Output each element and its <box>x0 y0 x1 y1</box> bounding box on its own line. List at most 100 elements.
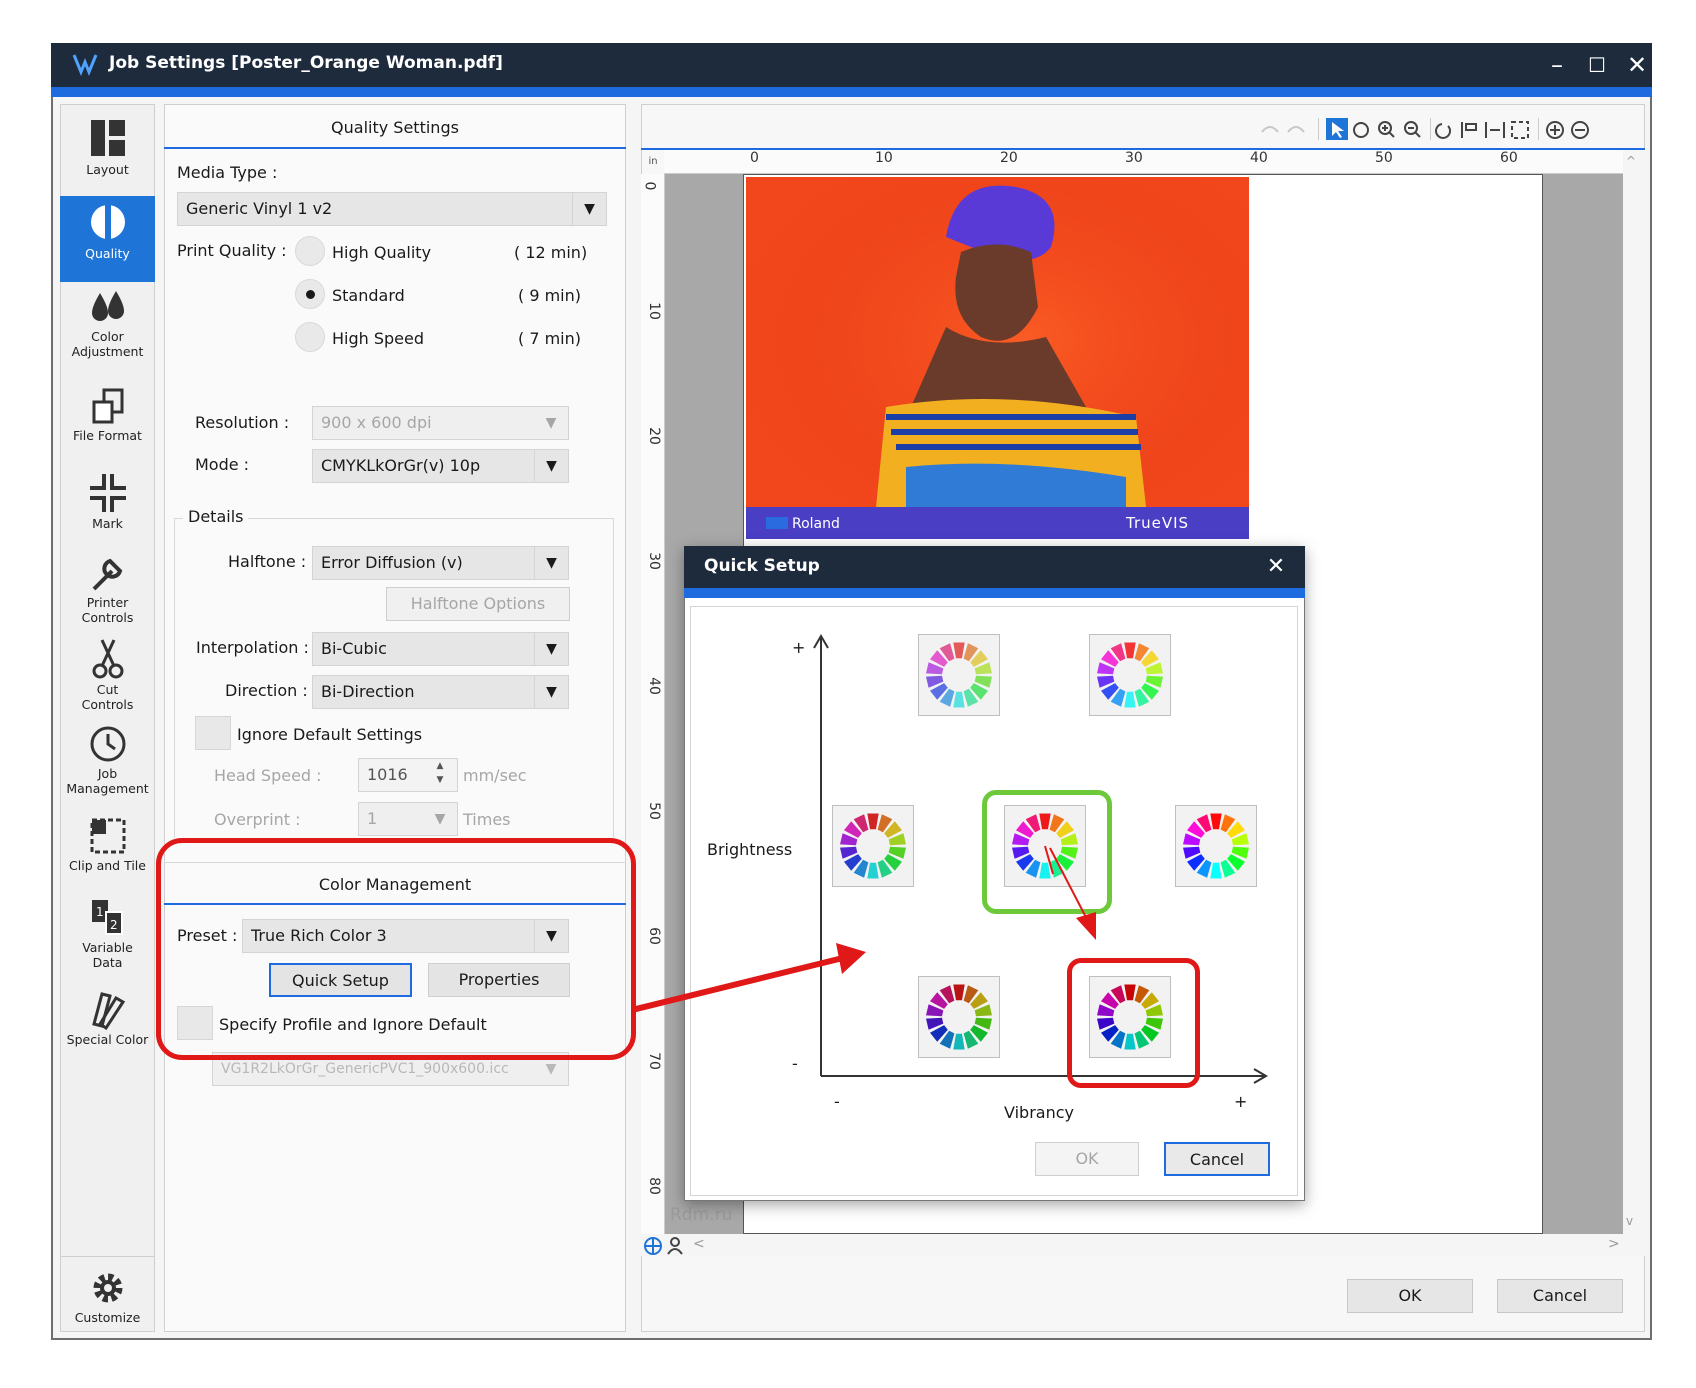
details-label: Details <box>183 507 249 526</box>
crosshair-user-icons[interactable] <box>643 1236 687 1256</box>
scroll-left-arrow-icon[interactable]: < <box>693 1236 705 1252</box>
color-wheel-option[interactable] <box>1089 634 1171 716</box>
sidebar-divider <box>60 1256 155 1257</box>
zoom-out-icon[interactable] <box>1404 121 1421 138</box>
wrench-icon <box>92 558 122 591</box>
ruler-tick-label: 30 <box>1125 150 1143 166</box>
wheel-segment <box>953 642 965 659</box>
direction-value: Bi-Direction <box>321 682 415 701</box>
direction-select[interactable]: Bi-Direction ▼ <box>312 675 569 709</box>
scroll-down-arrow-icon[interactable]: v <box>1626 1214 1633 1228</box>
radio-standard[interactable] <box>295 279 325 309</box>
y-axis-plus: + <box>792 638 806 657</box>
sidebar-item-label: Color <box>91 329 124 344</box>
ruler-tick-label: 60 <box>645 927 662 945</box>
sidebar-item-label: Special Color <box>66 1032 149 1047</box>
sidebar-item-job-management[interactable]: Job Management <box>60 720 155 806</box>
remove-circle-icon[interactable] <box>1571 121 1589 139</box>
fit-page-icon[interactable] <box>1511 121 1529 139</box>
halftone-label: Halftone : <box>228 552 307 571</box>
vertical-scrollbar[interactable] <box>1623 150 1645 1234</box>
cancel-button[interactable]: Cancel <box>1497 1279 1623 1313</box>
horizontal-ruler <box>664 150 1624 174</box>
sidebar-item-layout[interactable]: Layout <box>60 112 155 198</box>
color-wheel-option[interactable] <box>918 634 1000 716</box>
sidebar-item-printer-controls[interactable]: Printer Controls <box>60 549 155 635</box>
media-type-label: Media Type : <box>177 163 278 182</box>
high-quality-time: ( 12 min) <box>514 243 588 262</box>
quick-setup-ok-button[interactable]: OK <box>1035 1142 1139 1176</box>
select-arrow-icon[interactable] <box>1326 118 1348 140</box>
resolution-select[interactable]: 900 x 600 dpi ▼ <box>312 406 569 440</box>
minimize-button[interactable]: – <box>1537 47 1577 83</box>
head-speed-value: 1016 <box>367 765 408 784</box>
swatch-fan-icon <box>91 992 125 1030</box>
sidebar-item-clip-and-tile[interactable]: Clip and Tile <box>60 812 155 898</box>
dropdown-arrow-icon: ▼ <box>534 450 568 482</box>
ruler-tick-label: 50 <box>645 802 662 820</box>
sidebar-item-cut-controls[interactable]: Cut Controls <box>60 634 155 720</box>
color-wheel-icon <box>840 813 906 879</box>
add-circle-icon[interactable] <box>1546 121 1564 139</box>
fit-width-icon[interactable] <box>1485 122 1505 138</box>
hand-pan-icon[interactable] <box>1353 122 1369 138</box>
sidebar-item-quality[interactable]: Quality <box>60 196 155 282</box>
zoom-in-icon[interactable] <box>1378 121 1395 138</box>
rotate-icon[interactable] <box>1435 123 1451 139</box>
sidebar-item-mark[interactable]: Mark <box>60 468 155 554</box>
radio-high-quality[interactable] <box>295 236 325 266</box>
halftone-select[interactable]: Error Diffusion (v) ▼ <box>312 546 569 580</box>
sidebar-item-special-color[interactable]: Special Color <box>60 986 155 1072</box>
sidebar-item-label: Printer <box>86 595 129 610</box>
dropdown-arrow-icon: ▼ <box>534 633 568 665</box>
quick-setup-cancel-button[interactable]: Cancel <box>1164 1142 1270 1176</box>
color-wheel-option[interactable] <box>832 805 914 887</box>
overprint-value: 1 <box>367 809 378 828</box>
head-speed-unit: mm/sec <box>463 766 527 785</box>
color-wheel-option[interactable] <box>1175 805 1257 887</box>
sidebar-item-label: Controls <box>81 610 134 625</box>
color-wheel-icon <box>926 642 992 708</box>
sidebar-item-variable-data[interactable]: 1 2 Variable Data <box>60 894 155 980</box>
halftone-options-button[interactable]: Halftone Options <box>386 587 570 621</box>
color-wheel-icon <box>1097 642 1163 708</box>
sidebar-item-customize[interactable]: Customize <box>60 1264 155 1350</box>
vibrancy-axis-label: Vibrancy <box>1004 1103 1074 1122</box>
watermark-text: Rdm.ru <box>670 1205 733 1225</box>
align-icon[interactable] <box>1461 122 1477 138</box>
horizontal-scrollbar[interactable] <box>641 1234 1645 1256</box>
dropdown-arrow-icon: ▼ <box>534 676 568 708</box>
ruler-tick-label: 40 <box>1250 150 1268 166</box>
dropdown-arrow-icon: ▼ <box>534 547 568 579</box>
ruler-tick-label: 80 <box>645 1177 662 1195</box>
preview-toolbar <box>1261 118 1589 140</box>
spinner-icon[interactable]: ▲ ▼ <box>423 759 457 791</box>
head-speed-input[interactable]: 1016 ▲ ▼ <box>358 758 458 792</box>
brightness-axis-label: Brightness <box>707 840 793 859</box>
x-axis-minus: - <box>834 1092 840 1111</box>
ignore-default-checkbox[interactable] <box>195 716 231 750</box>
overprint-select[interactable]: 1 ▼ <box>358 802 458 836</box>
undo-icon[interactable] <box>1261 126 1279 133</box>
wheel-segment <box>867 813 879 830</box>
scroll-right-arrow-icon[interactable]: > <box>1608 1236 1620 1252</box>
interpolation-label: Interpolation : <box>196 638 309 657</box>
radio-high-speed[interactable] <box>295 322 325 352</box>
ok-button[interactable]: OK <box>1347 1279 1473 1313</box>
maximize-button[interactable]: ☐ <box>1577 47 1617 83</box>
mode-value: CMYKLkOrGr(v) 10p <box>321 456 481 475</box>
interpolation-select[interactable]: Bi-Cubic ▼ <box>312 632 569 666</box>
y-axis-minus: - <box>792 1054 798 1073</box>
sidebar-item-color-adjustment[interactable]: Color Adjustment <box>60 283 155 369</box>
close-button[interactable]: ✕ <box>1617 47 1657 83</box>
mode-select[interactable]: CMYKLkOrGr(v) 10p ▼ <box>312 449 569 483</box>
redo-icon[interactable] <box>1287 126 1305 133</box>
standard-label: Standard <box>332 286 405 305</box>
overprint-label: Overprint : <box>214 810 301 829</box>
media-type-select[interactable]: Generic Vinyl 1 v2 ▼ <box>177 192 607 226</box>
scissors-icon <box>92 639 123 679</box>
sidebar-item-file-format[interactable]: File Format <box>60 382 155 468</box>
scroll-up-arrow-icon[interactable]: ^ <box>1626 154 1636 168</box>
dropdown-arrow-icon: ▼ <box>434 811 446 827</box>
color-wheel-option[interactable] <box>918 976 1000 1058</box>
